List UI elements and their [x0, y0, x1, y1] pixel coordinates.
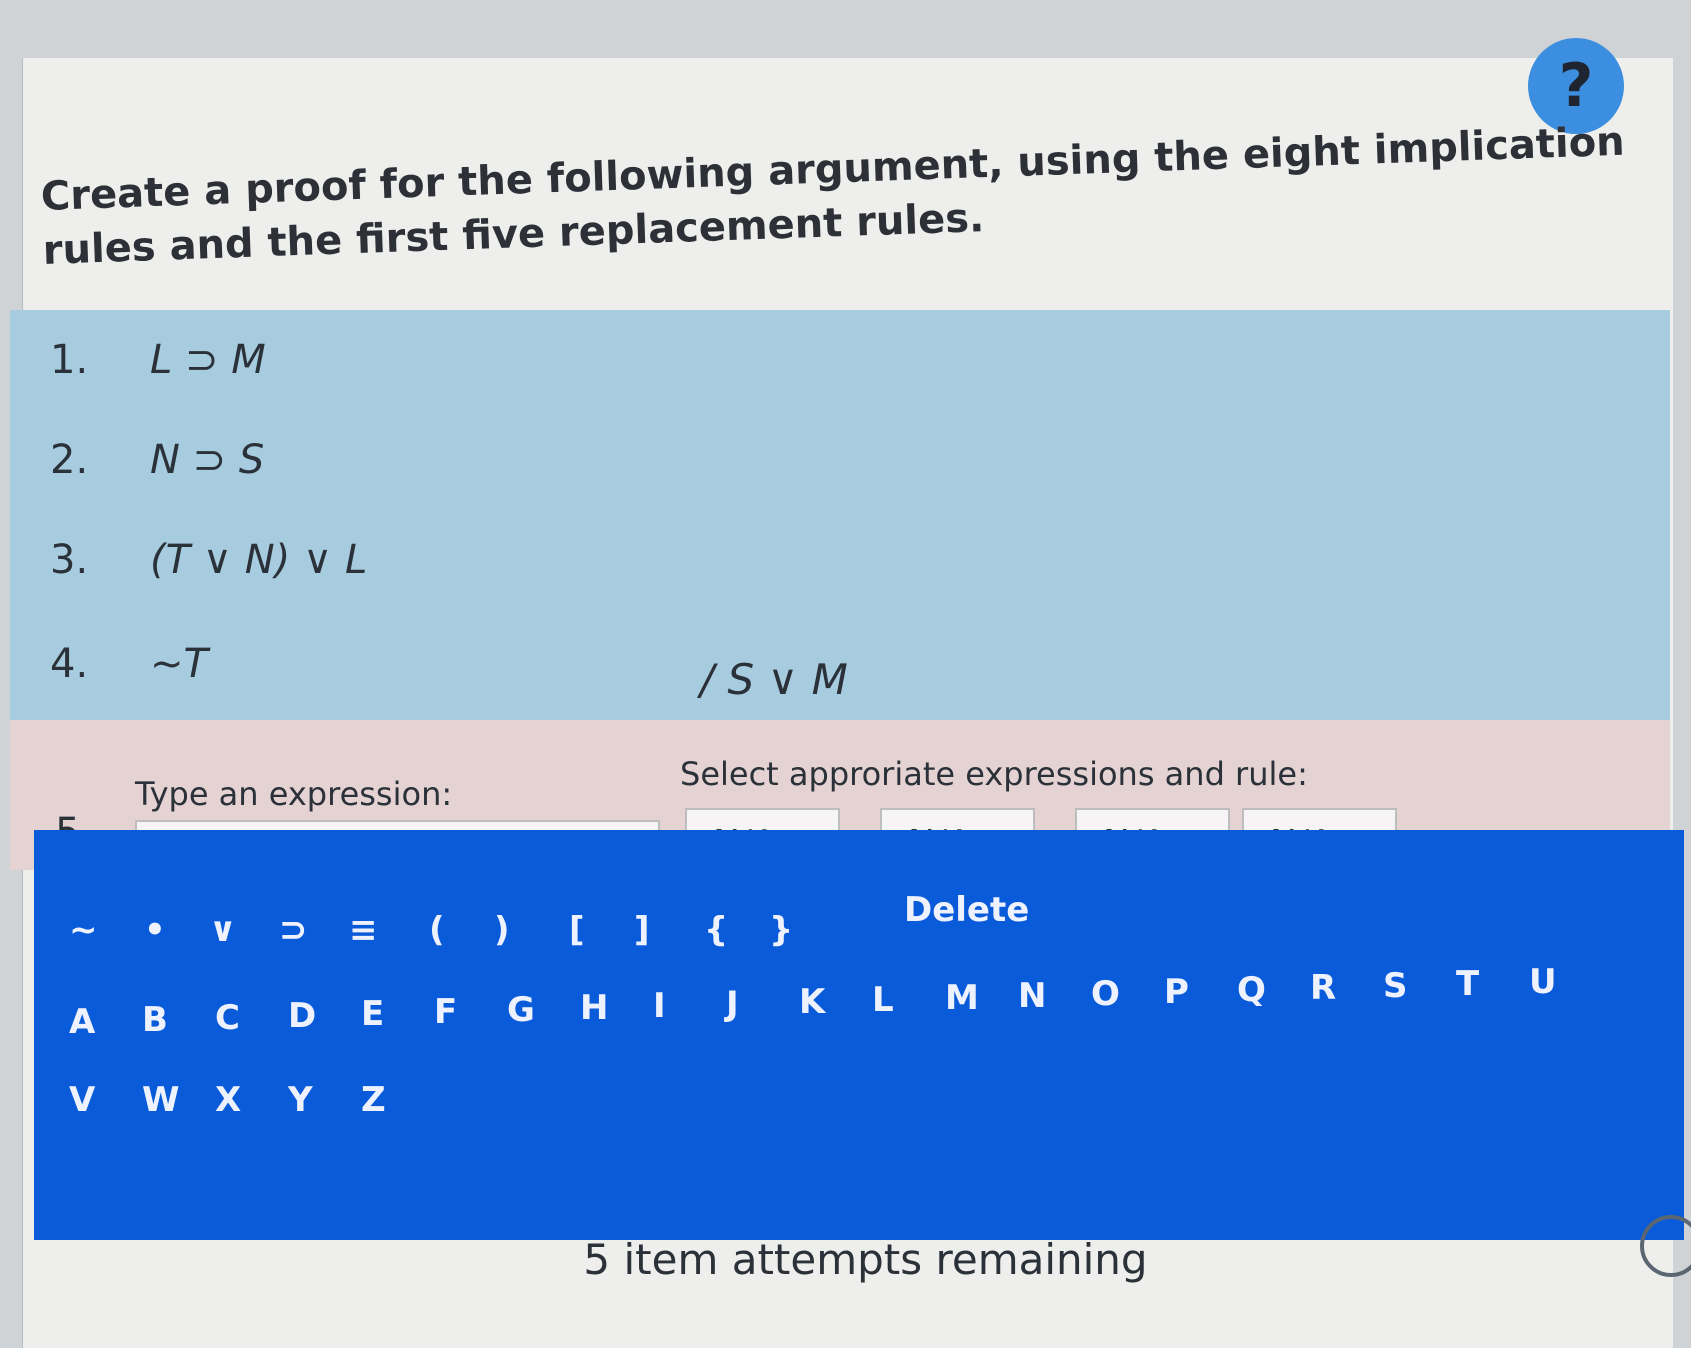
- key-p[interactable]: P: [1164, 972, 1189, 1012]
- premise-line-1: 1. L ⊃ M: [50, 332, 266, 388]
- key-symbol-4[interactable]: ⊃: [279, 910, 308, 950]
- key-symbol-8[interactable]: [: [569, 910, 585, 950]
- key-e[interactable]: E: [361, 994, 384, 1034]
- premise-expression: ~T: [150, 641, 208, 687]
- premise-line-2: 2. N ⊃ S: [50, 432, 264, 488]
- key-w[interactable]: W: [142, 1080, 180, 1120]
- attempts-text: 5 item attempts remaining: [583, 1235, 1148, 1284]
- key-u[interactable]: U: [1529, 962, 1557, 1002]
- key-v[interactable]: V: [69, 1080, 95, 1120]
- key-m[interactable]: M: [945, 978, 979, 1018]
- premise-line-4: 4. ~T: [50, 636, 208, 692]
- key-l[interactable]: L: [872, 980, 894, 1020]
- premise-line-3: 3. (T ∨ N) ∨ L: [50, 532, 367, 588]
- key-j[interactable]: J: [726, 984, 739, 1024]
- key-symbol-1[interactable]: ~: [69, 910, 98, 950]
- key-symbol-7[interactable]: ): [494, 910, 510, 950]
- key-c[interactable]: C: [215, 998, 240, 1038]
- type-expression-label: Type an expression:: [135, 775, 453, 813]
- key-y[interactable]: Y: [288, 1080, 313, 1120]
- select-rule-label: Select approriate expressions and rule:: [680, 755, 1308, 793]
- key-q[interactable]: Q: [1237, 970, 1266, 1010]
- key-symbol-2[interactable]: •: [144, 910, 166, 950]
- key-n[interactable]: N: [1018, 976, 1046, 1016]
- key-z[interactable]: Z: [361, 1080, 386, 1120]
- attempts-remaining: 5 item attempts remaining: [0, 1235, 1691, 1284]
- key-i[interactable]: I: [653, 986, 666, 1026]
- premise-expression: N ⊃ S: [150, 437, 265, 483]
- premise-expression: L ⊃ M: [150, 337, 266, 383]
- line-number: 3.: [50, 537, 89, 583]
- key-b[interactable]: B: [142, 1000, 168, 1040]
- key-symbol-11[interactable]: }: [769, 910, 793, 950]
- key-a[interactable]: A: [69, 1002, 95, 1042]
- conclusion-expression: / S ∨ M: [700, 655, 848, 704]
- key-d[interactable]: D: [288, 996, 316, 1036]
- key-f[interactable]: F: [434, 992, 457, 1032]
- key-symbol-9[interactable]: ]: [634, 910, 650, 950]
- help-icon: ?: [1558, 51, 1594, 121]
- line-number: 4.: [50, 641, 89, 687]
- symbol-keyboard: Delete ~ • ∨ ⊃ ≡ () [] {} A B C D E F G H I J K L M N O P Q R S T U V…: [34, 830, 1684, 1240]
- key-s[interactable]: S: [1383, 966, 1408, 1006]
- line-number: 1.: [50, 337, 89, 383]
- key-symbol-6[interactable]: (: [429, 910, 445, 950]
- line-number: 2.: [50, 437, 89, 483]
- key-symbol-5[interactable]: ≡: [349, 910, 378, 950]
- key-h[interactable]: H: [580, 988, 608, 1028]
- key-x[interactable]: X: [215, 1080, 241, 1120]
- key-r[interactable]: R: [1310, 968, 1336, 1008]
- key-k[interactable]: K: [799, 982, 825, 1022]
- key-o[interactable]: O: [1091, 974, 1120, 1014]
- key-g[interactable]: G: [507, 990, 535, 1030]
- premise-expression: (T ∨ N) ∨ L: [150, 537, 368, 583]
- premises-area: 1. L ⊃ M 2. N ⊃ S 3. (T ∨ N) ∨ L 4. ~T /…: [10, 310, 1670, 730]
- key-symbol-10[interactable]: {: [704, 910, 728, 950]
- delete-key[interactable]: Delete: [904, 890, 1029, 930]
- key-t[interactable]: T: [1456, 964, 1479, 1004]
- key-symbol-3[interactable]: ∨: [209, 910, 237, 950]
